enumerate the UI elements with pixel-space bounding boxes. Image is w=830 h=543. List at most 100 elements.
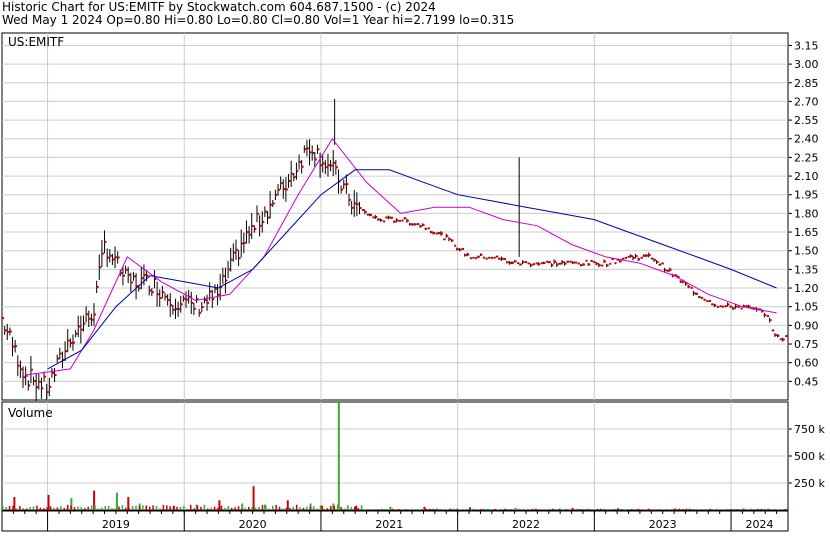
volume-bar (90, 505, 93, 510)
volume-bar (131, 506, 134, 510)
close-marker (225, 279, 228, 282)
close-marker (241, 242, 244, 245)
y-tick-label: 2.55 (794, 114, 819, 127)
close-marker (164, 295, 167, 298)
close-marker (346, 183, 349, 186)
close-marker (291, 172, 294, 175)
close-marker (480, 253, 483, 256)
volume-bar (596, 508, 599, 510)
close-marker (341, 188, 344, 191)
close-marker (414, 223, 417, 226)
close-marker (372, 216, 375, 219)
close-marker (717, 305, 720, 308)
volume-bar (159, 508, 161, 510)
close-marker (20, 368, 23, 371)
volume-bar (429, 508, 431, 510)
close-marker (530, 264, 533, 267)
volume-bar (278, 506, 281, 510)
close-marker (354, 202, 357, 205)
volume-bar (15, 508, 18, 510)
close-marker (178, 308, 181, 311)
close-marker (309, 151, 312, 154)
volume-bar (774, 508, 776, 510)
close-marker (619, 260, 622, 263)
volume-bar (210, 507, 212, 510)
close-marker (409, 223, 412, 226)
close-marker (367, 213, 370, 216)
close-marker (393, 220, 396, 223)
volume-bar (125, 507, 127, 510)
close-marker (504, 258, 507, 261)
volume-bar (439, 508, 441, 510)
close-marker (72, 341, 75, 344)
close-marker (128, 273, 131, 276)
volume-bar (234, 507, 236, 510)
volume-bar (442, 509, 445, 510)
close-marker (732, 307, 735, 310)
close-marker (209, 290, 212, 293)
close-marker (638, 258, 641, 261)
close-marker (632, 256, 635, 259)
y-tick-label: 1.35 (794, 263, 819, 276)
volume-bar (675, 508, 677, 510)
volume-bar (196, 505, 199, 510)
volume-bar (500, 509, 503, 510)
close-marker (419, 225, 422, 228)
close-marker (301, 165, 304, 168)
volume-bar (343, 508, 346, 510)
x-tick-label: 2023 (649, 518, 677, 531)
close-marker (462, 247, 465, 250)
volume-bar (784, 508, 787, 510)
volume-bar (487, 508, 489, 510)
volume-bar (750, 508, 752, 510)
volume-bar (186, 508, 189, 510)
volume-bar (514, 509, 517, 510)
close-marker (540, 262, 543, 265)
volume-bar (586, 508, 588, 510)
volume-bar (115, 492, 118, 510)
close-marker (664, 269, 667, 272)
volume-bar (237, 506, 240, 510)
close-marker (233, 251, 236, 254)
volume-bar (449, 508, 452, 510)
close-marker (348, 198, 351, 201)
close-marker (509, 261, 512, 264)
volume-bar (162, 504, 165, 510)
close-marker (490, 256, 493, 259)
close-marker (212, 298, 215, 301)
close-marker (727, 303, 730, 306)
volume-bar (340, 507, 342, 510)
volume-bar (494, 508, 496, 510)
close-marker (259, 224, 262, 227)
volume-bar (2, 505, 4, 510)
volume-bar (111, 508, 113, 510)
close-marker (278, 188, 281, 191)
close-marker (719, 305, 722, 308)
volume-bar (610, 509, 612, 510)
close-marker (661, 262, 664, 265)
volume-bar (473, 508, 476, 510)
close-marker (122, 274, 125, 277)
close-marker (493, 256, 496, 259)
volume-bar (94, 505, 96, 510)
volume-bar (719, 509, 722, 510)
close-marker (51, 371, 54, 374)
y-tick-label: 2.10 (794, 170, 819, 183)
volume-bar (87, 506, 89, 510)
volume-bar (200, 506, 202, 510)
close-marker (496, 255, 499, 258)
volume-bar (661, 509, 664, 510)
close-marker (377, 218, 380, 221)
close-marker (703, 298, 706, 301)
close-marker (575, 261, 578, 264)
volume-bar (729, 508, 732, 510)
volume-bar (518, 508, 520, 510)
close-marker (320, 164, 323, 167)
close-marker (656, 261, 659, 264)
close-marker (193, 307, 196, 310)
close-marker (777, 334, 780, 337)
volume-bar (135, 505, 137, 510)
volume-bar (695, 508, 698, 510)
close-marker (643, 254, 646, 257)
volume-bar (470, 509, 472, 510)
